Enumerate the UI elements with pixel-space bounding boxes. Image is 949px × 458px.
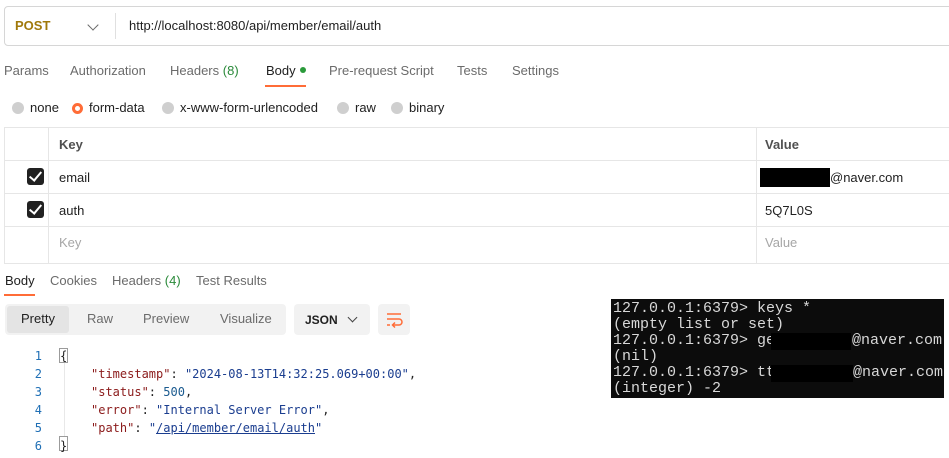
json-string: "2024-08-13T14:32:25.069+00:00" (184, 367, 409, 381)
radio-circle (162, 102, 174, 114)
line-number: 2 (34, 367, 42, 381)
json-key: "timestamp" (91, 367, 171, 381)
tab-headers[interactable]: Headers (8) (170, 63, 239, 78)
form-value-auth[interactable]: 5Q7L0S (765, 203, 813, 218)
line-number: 3 (34, 385, 42, 399)
line-number: 5 (34, 421, 42, 435)
indent-guide (64, 361, 65, 437)
active-response-tab-indicator (4, 294, 35, 296)
terminal-redacted-suffix: @naver.com (852, 332, 943, 349)
json-key: "path" (91, 421, 135, 435)
format-select-label: JSON (305, 313, 338, 327)
new-value-input[interactable]: Value (765, 235, 797, 250)
response-tab-cookies[interactable]: Cookies (50, 273, 97, 288)
json-key: "status" (91, 385, 149, 399)
divider (115, 13, 116, 39)
view-mode-preview[interactable]: Preview (143, 311, 189, 326)
row-enabled-checkbox[interactable] (27, 168, 44, 185)
radio-x-www-form-urlencoded[interactable]: x-www-form-urlencoded (162, 100, 318, 115)
tab-body-label: Body (266, 63, 296, 78)
tab-params[interactable]: Params (4, 63, 49, 78)
url-bar: POST http://localhost:8080/api/member/em… (4, 6, 949, 46)
url-input[interactable]: http://localhost:8080/api/member/email/a… (129, 7, 381, 45)
response-tab-body[interactable]: Body (5, 273, 35, 288)
radio-label: none (30, 100, 59, 115)
terminal-line: (empty list or set) (613, 316, 785, 333)
tab-body[interactable]: Body (266, 63, 306, 78)
line-number: 1 (34, 349, 42, 363)
wrap-lines-button[interactable] (378, 304, 410, 335)
radio-circle (391, 102, 403, 114)
format-select[interactable]: JSON (294, 304, 370, 335)
terminal-redacted-suffix: @naver.com (853, 364, 944, 381)
radio-raw[interactable]: raw (337, 100, 376, 115)
redis-cli-terminal: 127.0.0.1:6379> keys * (empty list or se… (611, 299, 944, 398)
json-path-link[interactable]: /api/member/email/auth (156, 421, 315, 435)
form-key-email[interactable]: email (59, 170, 90, 185)
json-line-status: "status": 500, (91, 385, 193, 399)
table-row-divider (4, 193, 949, 194)
terminal-line: (integer) -2 (613, 380, 722, 397)
body-indicator-dot (299, 67, 306, 73)
view-mode-pretty[interactable]: Pretty (21, 311, 55, 326)
row-enabled-checkbox[interactable] (27, 201, 44, 218)
json-line-timestamp: "timestamp": "2024-08-13T14:32:25.069+00… (91, 367, 417, 381)
json-number: 500 (163, 385, 185, 399)
chevron-down-icon (347, 312, 358, 323)
radio-label: raw (355, 100, 376, 115)
headers-count-badge: (8) (222, 63, 239, 78)
radio-label: form-data (89, 100, 145, 115)
json-key: "error" (91, 403, 142, 417)
terminal-line: (nil) (613, 348, 659, 365)
response-headers-count: (4) (164, 273, 181, 288)
radio-circle (12, 102, 24, 114)
tab-pre-request-script[interactable]: Pre-request Script (329, 63, 434, 78)
radio-label: x-www-form-urlencoded (180, 100, 318, 115)
key-column-header: Key (59, 137, 83, 152)
response-tab-test-results[interactable]: Test Results (196, 273, 267, 288)
view-mode-visualize[interactable]: Visualize (220, 311, 272, 326)
terminal-line: 127.0.0.1:6379> keys * (613, 300, 812, 317)
chevron-down-icon[interactable] (87, 19, 99, 31)
json-string: "Internal Server Error" (156, 403, 323, 417)
form-data-table (4, 127, 949, 264)
tab-headers-label: Headers (170, 63, 220, 78)
method-select[interactable]: POST (15, 7, 50, 45)
table-row-divider (4, 160, 949, 161)
tab-settings[interactable]: Settings (512, 63, 559, 78)
response-tab-headers[interactable]: Headers (4) (112, 273, 181, 288)
line-number: 6 (34, 439, 42, 453)
json-open-brace: { (60, 349, 68, 363)
table-col-divider (48, 127, 49, 264)
active-tab-indicator (265, 85, 306, 87)
table-col-divider (756, 127, 757, 264)
new-key-input[interactable]: Key (59, 235, 81, 250)
value-column-header: Value (765, 137, 799, 152)
form-value-email[interactable]: @naver.com (830, 170, 903, 185)
wrap-lines-icon (387, 313, 403, 329)
json-line-path: "path": "/api/member/email/auth" (91, 421, 323, 435)
radio-circle (337, 102, 349, 114)
radio-binary[interactable]: binary (391, 100, 444, 115)
redacted-block (771, 333, 851, 350)
radio-form-data[interactable]: form-data (72, 100, 145, 115)
json-close-brace: } (60, 439, 68, 453)
tab-authorization[interactable]: Authorization (70, 63, 146, 78)
line-number: 4 (34, 403, 42, 417)
radio-label: binary (409, 100, 445, 115)
json-line-error: "error": "Internal Server Error", (91, 403, 330, 417)
form-key-auth[interactable]: auth (59, 203, 84, 218)
radio-circle-selected (72, 103, 83, 114)
view-mode-raw[interactable]: Raw (87, 311, 113, 326)
redacted-block (760, 168, 830, 187)
tab-tests[interactable]: Tests (457, 63, 487, 78)
terminal-line: 127.0.0.1:6379> ttl (613, 364, 794, 381)
terminal-line: 127.0.0.1:6379> get (613, 332, 794, 349)
radio-none[interactable]: none (12, 100, 59, 115)
response-tab-headers-label: Headers (112, 273, 162, 288)
table-row-divider (4, 226, 949, 227)
redacted-block (771, 365, 853, 382)
